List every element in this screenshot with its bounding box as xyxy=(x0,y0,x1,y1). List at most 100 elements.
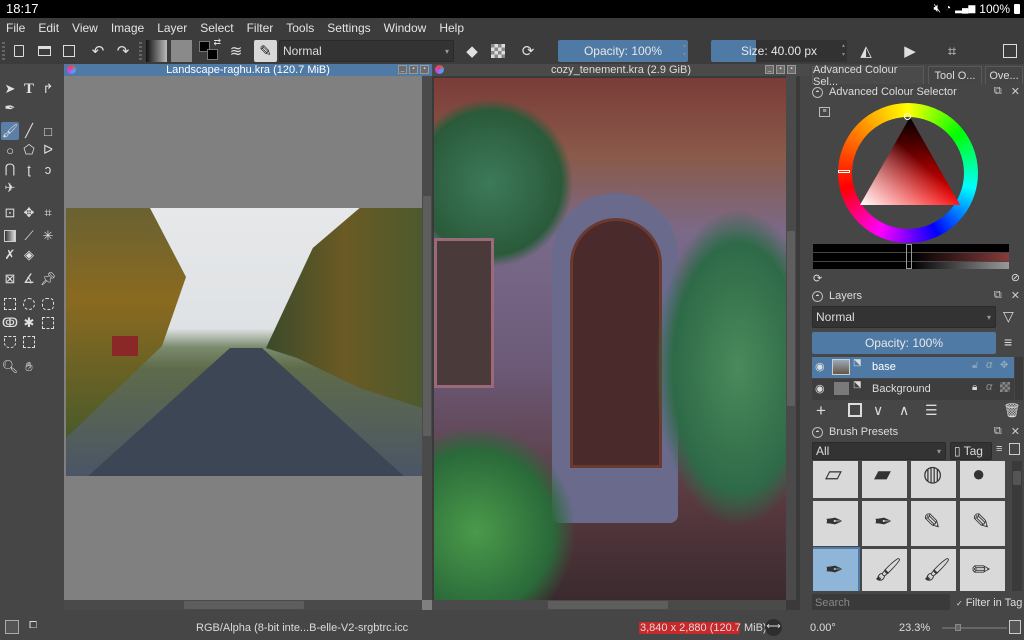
layers-scrollbar[interactable] xyxy=(1015,357,1023,400)
color-picker-tool[interactable]: ⟋ xyxy=(20,227,38,245)
close-docker-button[interactable]: ✕ xyxy=(1011,425,1020,438)
freehand-path-tool[interactable]: ʈ xyxy=(20,160,38,178)
size-slider[interactable]: Size: 40.00 px ▴ ▾ xyxy=(711,40,847,62)
toolbar-grip[interactable] xyxy=(2,42,5,60)
close-docker-button[interactable]: ✕ xyxy=(1011,85,1020,98)
visibility-eye-icon[interactable]: ◉ xyxy=(815,382,825,395)
new-document-button[interactable] xyxy=(10,40,28,62)
lock-icon[interactable]: 🔒︎ xyxy=(972,382,977,393)
fill-tool[interactable]: ◈ xyxy=(20,246,38,264)
redo-button[interactable]: ↷ xyxy=(114,40,132,62)
polygon-tool[interactable]: ⬠ xyxy=(20,141,38,159)
brush-storage-button[interactable] xyxy=(1009,443,1020,455)
brush-preset-pencil-blue[interactable]: ✏︎ xyxy=(960,549,1005,591)
select-shapes-tool[interactable]: ➤ xyxy=(1,80,19,98)
eraser-mode-button[interactable]: ◆ xyxy=(462,40,482,62)
brush-view-mode-button[interactable]: ≡ xyxy=(996,443,1002,455)
minimize-button[interactable]: _ xyxy=(765,65,774,74)
brush-preset-pencil-texture[interactable]: ✎ xyxy=(911,501,956,546)
duplicate-layer-button[interactable] xyxy=(848,403,862,417)
brush-preset-airbrush-soft[interactable]: ● xyxy=(960,461,1005,498)
preserve-alpha-button[interactable] xyxy=(488,40,508,62)
line-tool[interactable]: ╱ xyxy=(20,122,38,140)
brush-preset-eraser-hard[interactable]: ▱ xyxy=(813,461,858,498)
tab-overview[interactable]: Ove... xyxy=(985,66,1023,84)
save-button[interactable] xyxy=(60,40,78,62)
tag-button[interactable]: ▯ Tag xyxy=(950,442,992,460)
move-layer-up-button[interactable]: ∧ xyxy=(899,402,909,419)
wrap-mode-button[interactable]: ⧠ xyxy=(29,620,37,631)
reference-images-tool[interactable]: 📌︎ xyxy=(39,270,57,288)
similar-color-selection-tool[interactable] xyxy=(39,314,57,332)
horizontal-scrollbar[interactable] xyxy=(64,600,422,610)
float-docker-button[interactable]: ⧉ xyxy=(994,289,1002,302)
color-sliders[interactable] xyxy=(813,244,1009,269)
menu-view[interactable]: View xyxy=(72,21,98,35)
pattern-selector-button[interactable] xyxy=(171,40,192,62)
layer-row[interactable]: ◉ ⬔ base 🔓︎ α ✥ xyxy=(812,357,1014,378)
zoom-tool[interactable]: 🔍︎ xyxy=(1,358,19,376)
lock-icon[interactable]: 🔓︎ xyxy=(972,360,978,371)
vertical-scrollbar[interactable] xyxy=(422,76,432,600)
assistant-tool[interactable]: ⊠ xyxy=(1,270,19,288)
text-tool[interactable]: T xyxy=(20,80,38,98)
menu-file[interactable]: File xyxy=(6,21,25,35)
brush-preset-pencil-soft[interactable]: ✎ xyxy=(960,501,1005,546)
rectangle-tool[interactable]: □ xyxy=(39,122,57,140)
menu-select[interactable]: Select xyxy=(200,21,233,35)
vertical-scrollbar[interactable] xyxy=(786,76,796,600)
freehand-selection-tool[interactable]: ↂ xyxy=(1,314,19,332)
layer-filter-button[interactable]: ▽ xyxy=(1003,308,1014,325)
size-spinner[interactable]: ▴ ▾ xyxy=(842,42,845,60)
pan-tool[interactable]: ✋︎ xyxy=(20,358,38,376)
smart-patch-tool[interactable]: ✳ xyxy=(39,227,57,245)
opacity-slider[interactable]: Opacity: 100% ▴ ▾ xyxy=(558,40,688,62)
canvas-tenement[interactable] xyxy=(434,78,786,600)
undo-button[interactable]: ↶ xyxy=(89,40,107,62)
multibrush-tool[interactable]: ✈ xyxy=(1,179,19,197)
reload-preset-button[interactable]: ⟳ xyxy=(518,40,538,62)
menu-filter[interactable]: Filter xyxy=(247,21,274,35)
inherit-alpha-icon[interactable]: ✥ xyxy=(1000,360,1008,371)
filter-in-tag-checkbox[interactable]: ✓ Filter in Tag xyxy=(956,597,1022,609)
zoom-slider-handle[interactable] xyxy=(955,624,961,631)
brush-tag-select[interactable]: All ▾ xyxy=(812,442,946,460)
mirror-horizontal-button[interactable]: ◭ xyxy=(856,40,876,62)
bezier-tool[interactable]: ⋂ xyxy=(1,160,19,178)
move-layer-down-button[interactable]: ∨ xyxy=(873,402,883,419)
menu-help[interactable]: Help xyxy=(439,21,464,35)
ellipse-tool[interactable]: ○ xyxy=(1,141,19,159)
gradient-selector-button[interactable] xyxy=(146,40,167,62)
open-document-button[interactable] xyxy=(35,40,53,62)
layer-row[interactable]: ◉ ⬔ Background 🔒︎ α xyxy=(812,379,1014,400)
menu-settings[interactable]: Settings xyxy=(327,21,370,35)
bezier-selection-tool[interactable] xyxy=(1,333,19,351)
document-title-bar[interactable]: Landscape-raghu.kra (120.7 MiB) _ ▪ ▪ xyxy=(64,64,432,76)
crop-tool[interactable]: ⌗ xyxy=(39,204,57,222)
menu-edit[interactable]: Edit xyxy=(38,21,59,35)
close-button[interactable]: ▪ xyxy=(420,65,429,74)
hue-ring[interactable] xyxy=(838,103,978,243)
menu-window[interactable]: Window xyxy=(384,21,427,35)
add-layer-button[interactable]: + xyxy=(816,401,826,421)
dock-splitter[interactable] xyxy=(800,76,810,610)
rectangular-selection-tool[interactable] xyxy=(1,295,19,313)
colorize-mask-tool[interactable]: ✗ xyxy=(1,246,19,264)
tab-tool-options[interactable]: Tool O... xyxy=(928,66,982,84)
brush-preset-button[interactable]: ✎ xyxy=(254,40,277,62)
close-docker-button[interactable]: ✕ xyxy=(1011,289,1020,302)
opacity-spinner[interactable]: ▴ ▾ xyxy=(683,42,686,60)
menu-image[interactable]: Image xyxy=(111,21,144,35)
rotation-reset-button[interactable]: ⟷ xyxy=(765,619,782,636)
edit-shapes-tool[interactable]: ↱ xyxy=(39,80,57,98)
brush-preset-ink-pen-dry[interactable]: ✒ xyxy=(862,501,907,546)
transform-tool[interactable]: ⊡ xyxy=(1,204,19,222)
move-tool[interactable]: ✥ xyxy=(20,204,38,222)
close-button[interactable]: ▪ xyxy=(787,65,796,74)
brush-preset-ink-brush-blue[interactable]: ✒ xyxy=(813,547,860,591)
color-swap-button[interactable]: ⇄ xyxy=(197,37,221,62)
clear-color-history-button[interactable]: ⊘ xyxy=(1011,271,1020,284)
calligraphy-tool[interactable]: ✒ xyxy=(1,99,19,117)
brush-settings-button[interactable]: ≋ xyxy=(226,40,246,62)
layer-properties-button[interactable]: ☰ xyxy=(925,402,938,419)
